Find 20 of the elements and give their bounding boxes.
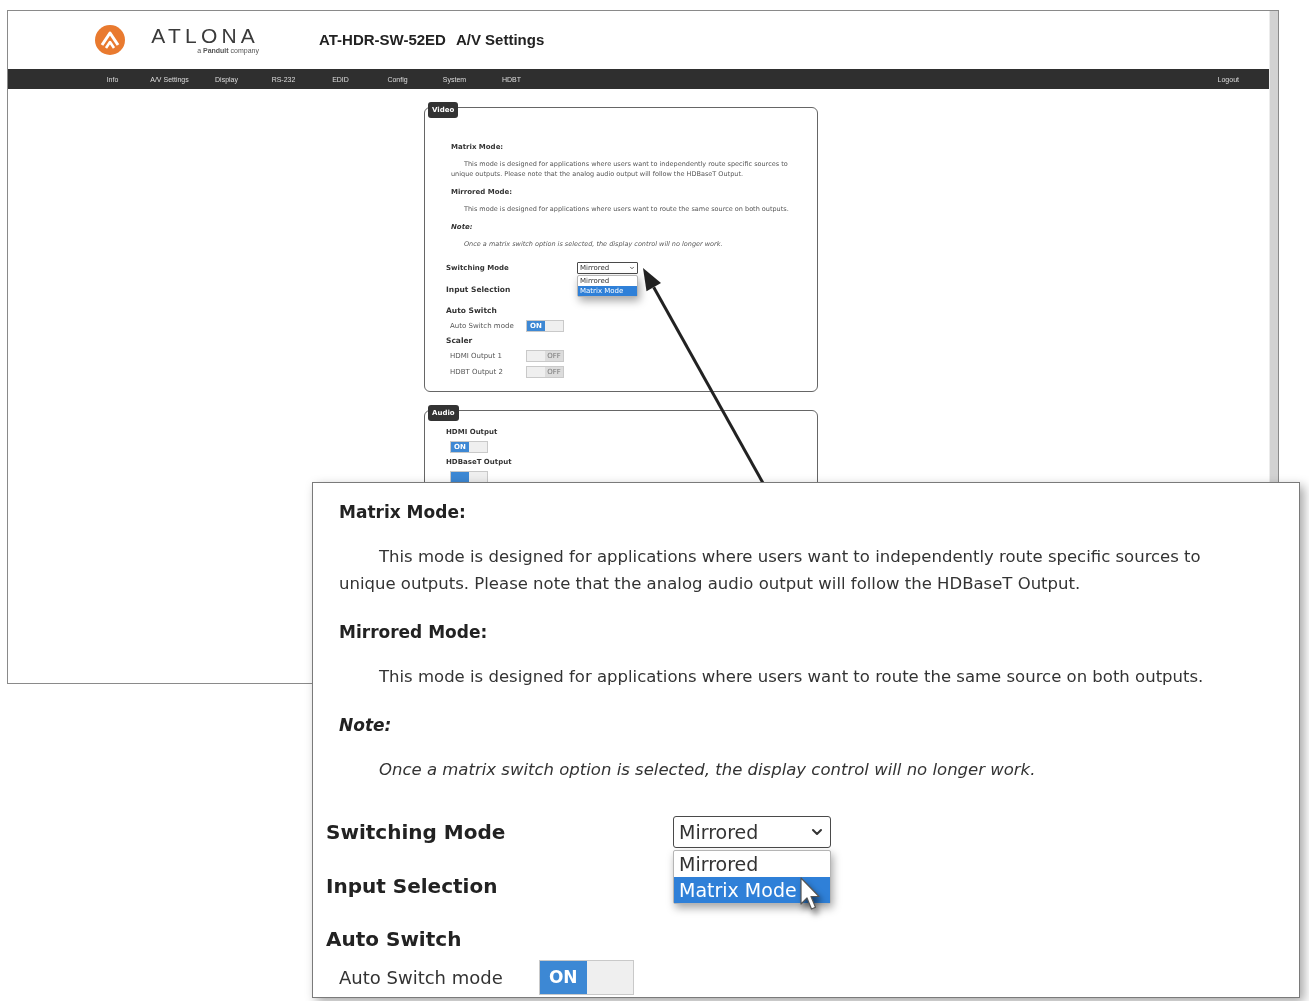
section-heading: Note: bbox=[339, 714, 392, 737]
section-text: This mode is designed for applications where users want to independently route specific sources to unique outputs. Please note that the analog audio output will follow the HDBaseT Output. bbox=[339, 546, 1202, 595]
select-field[interactable]: Mirrored bbox=[673, 816, 831, 848]
section-text: Once a matrix switch option is selected, the display control will no longer work. bbox=[378, 759, 1037, 781]
dropdown-option[interactable]: Mirrored bbox=[674, 851, 830, 877]
toggle-label: Auto Switch mode bbox=[339, 965, 503, 990]
brand-wordmark: ATLONA bbox=[151, 25, 259, 47]
section-text: This mode is designed for applications where users want to route the same source on both outputs. bbox=[378, 666, 1205, 688]
toggle-switch[interactable] bbox=[450, 471, 488, 483]
model-name: AT-HDR-SW-52ED bbox=[319, 29, 446, 50]
section-heading: Matrix Mode: bbox=[339, 501, 466, 524]
field-label: Input Selection bbox=[326, 873, 498, 900]
logo-icon bbox=[95, 25, 125, 55]
dropdown-option[interactable]: Matrix Mode bbox=[674, 877, 830, 903]
caret-icon bbox=[629, 265, 635, 271]
field-label: Switching Mode bbox=[326, 819, 506, 846]
toggle-switch[interactable]: ON bbox=[539, 960, 634, 995]
section-heading: Mirrored Mode: bbox=[339, 621, 488, 644]
group-heading: Auto Switch bbox=[326, 926, 462, 953]
page-title: A/V Settings bbox=[455, 29, 545, 50]
